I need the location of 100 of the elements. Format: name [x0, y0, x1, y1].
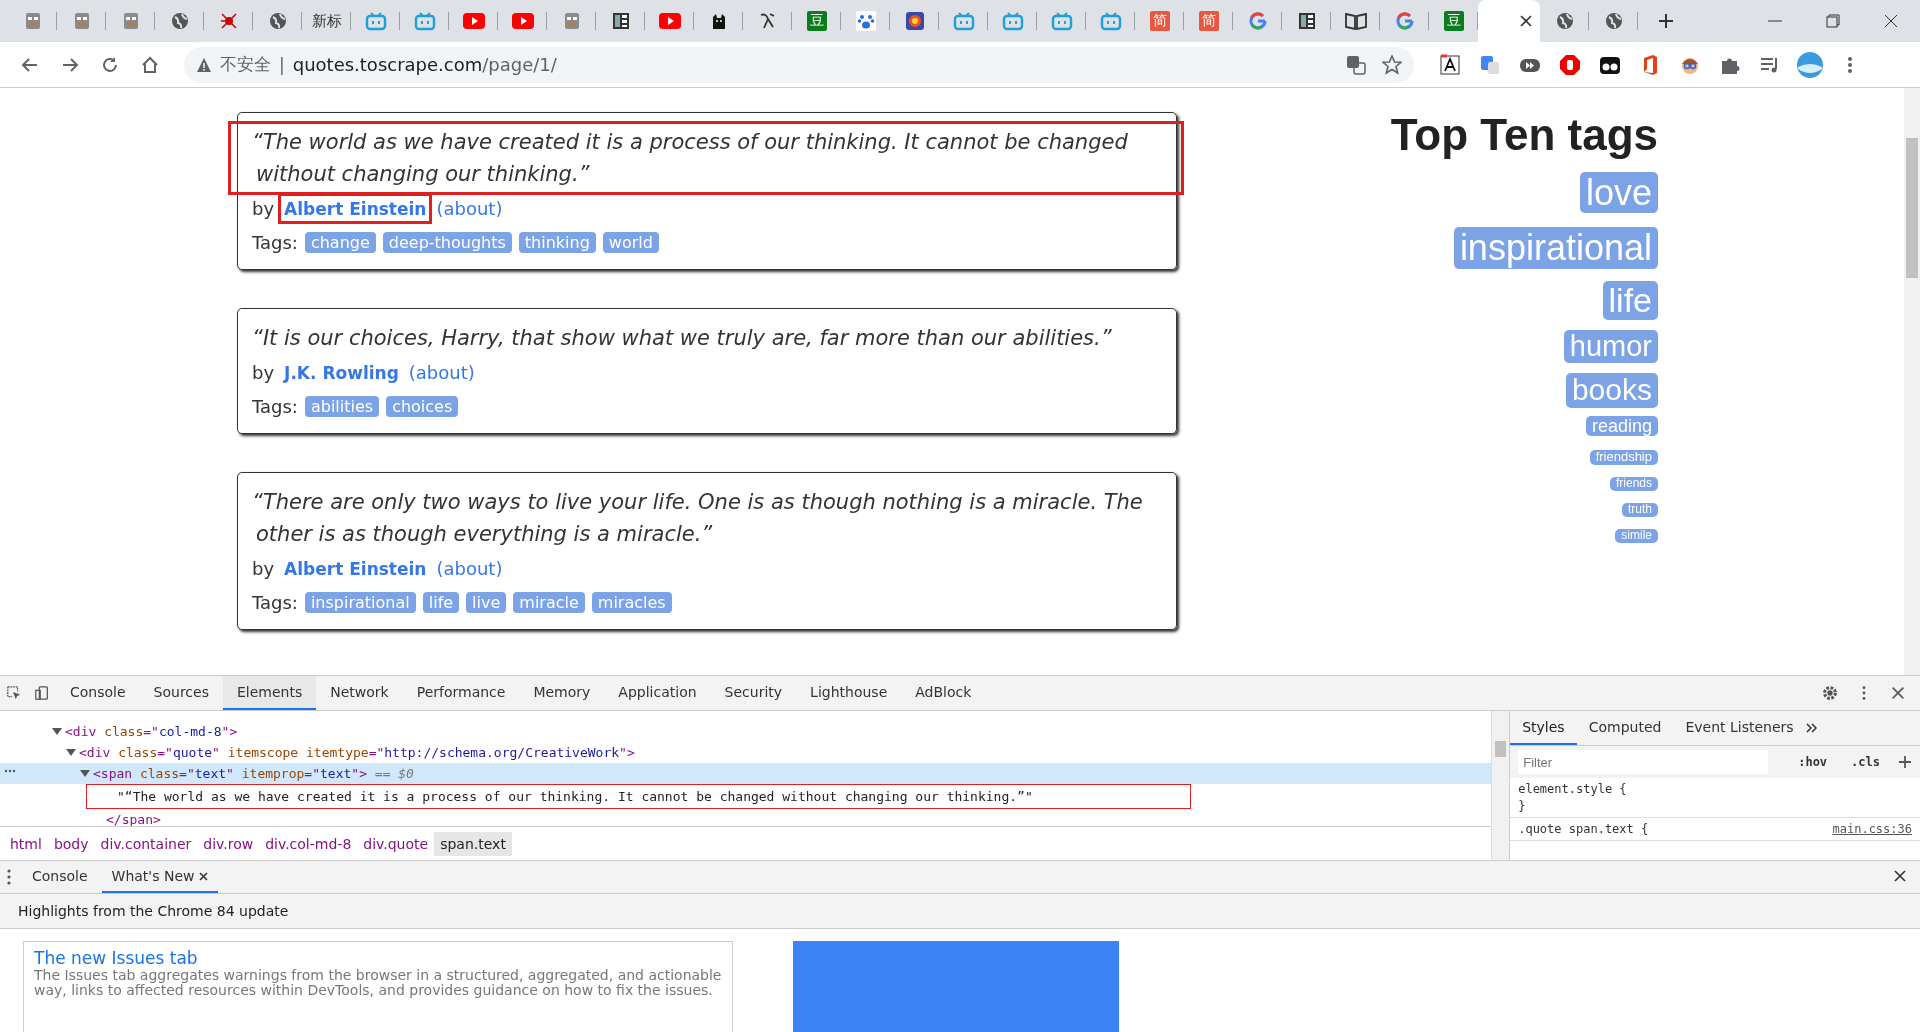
by-label: by [252, 558, 275, 579]
letter-a-icon [1439, 53, 1461, 76]
quote-text: “It is our choices, Harry, that show what we truly are, far more than our abilities.” [252, 325, 1112, 352]
google-icon [1247, 11, 1268, 31]
dom-node-line[interactable]: <div class="quote" itemscope itemtype="http://schema.org/CreativeWork"> [0, 742, 1492, 763]
tv-icon [1099, 11, 1122, 31]
tv-icon [364, 11, 387, 31]
quote-text: “There are only two ways to live your life. One is as though nothing is a miracle. The other is as though everything is a miracle.” [252, 489, 1144, 548]
about-link[interactable]: (about) [436, 198, 503, 219]
breadcrumb[interactable]: div.container [94, 831, 198, 856]
devtools-tab[interactable]: Console [56, 676, 140, 710]
breadcrumb[interactable]: body [47, 831, 95, 856]
filter-field[interactable]: Filter [1518, 750, 1769, 774]
css-selector: element.style { [1518, 782, 1627, 796]
browser-tab[interactable]: 简 [1135, 0, 1184, 42]
devtools-tab[interactable]: Memory [519, 676, 605, 710]
panel-heading: Highlights from the Chrome 84 update [0, 894, 1920, 929]
quote-text: “The world as we have created it is a process of our thinking. It cannot be changed without changing our thinking.” [252, 129, 1129, 188]
devtools-tab[interactable]: Application [604, 676, 711, 710]
devtools-tab[interactable]: Performance [402, 676, 520, 710]
author-link[interactable]: J.K. Rowling [284, 363, 399, 383]
spider-icon [218, 11, 239, 31]
address-bar[interactable]: 不安全 | quotes.toscrape.com/page/1/ [184, 46, 1414, 83]
tab-logo-icon: 豆 [1443, 11, 1464, 31]
hover-state-button[interactable]: :hov [1792, 754, 1834, 770]
url-host: quotes.toscrape.com [292, 54, 483, 75]
tab-logo-icon: 简 [1198, 11, 1219, 31]
google-icon [1394, 11, 1415, 31]
devtools-tab[interactable]: Network [316, 676, 403, 710]
section-title: Top Ten tags [1390, 110, 1658, 160]
tab-logo-icon: 豆 [806, 11, 827, 31]
close-icon [1890, 684, 1906, 702]
devtools-tab[interactable]: Sources [139, 676, 223, 710]
more-vertical-icon [1847, 55, 1853, 74]
play-icon [462, 13, 485, 29]
security-label: 不安全 [220, 53, 271, 76]
scrollbar[interactable] [1491, 711, 1510, 860]
feature-title-link[interactable]: The new Issues tab [34, 948, 198, 968]
drawer-tab[interactable]: Console [22, 861, 98, 893]
expand-triangle-icon[interactable] [52, 728, 62, 735]
dom-node-line[interactable]: </span> [0, 809, 1492, 826]
paw-icon [855, 11, 876, 31]
chevron-double-right-icon[interactable] [1805, 722, 1818, 734]
expand-triangle-icon[interactable] [66, 749, 76, 756]
panel-tab[interactable]: Event Listeners [1673, 711, 1806, 745]
css-selector: .quote span.text { [1518, 822, 1649, 836]
devtools-tab[interactable]: Elements [222, 676, 317, 710]
breadcrumb[interactable]: div.col-md-8 [259, 831, 358, 856]
warning-icon [196, 56, 212, 73]
star-icon[interactable] [1382, 54, 1402, 75]
translate-icon[interactable] [1346, 54, 1366, 75]
author-link[interactable]: Albert Einstein [284, 559, 427, 579]
plus-icon[interactable] [1898, 755, 1912, 769]
browser-tab[interactable]: 简 [1184, 0, 1233, 42]
open-book-icon [1344, 12, 1367, 30]
browser-tab[interactable]: 豆 [1429, 0, 1478, 42]
breadcrumb[interactable]: div.quote [357, 831, 435, 856]
tags-label: Tags: [252, 396, 298, 417]
devtools-tab[interactable]: Security [710, 676, 797, 710]
source-link[interactable]: main.css:36 [1832, 822, 1912, 836]
minimize-icon [1768, 20, 1782, 22]
class-toggle-button[interactable]: .cls [1845, 754, 1886, 770]
close-icon [1884, 14, 1898, 28]
expand-triangle-icon[interactable] [80, 770, 90, 777]
breadcrumb[interactable]: html [4, 831, 48, 856]
plus-icon [1658, 13, 1674, 29]
globe-icon [169, 11, 190, 31]
separator-text: | [279, 54, 285, 75]
browser-tab[interactable]: 豆 [792, 0, 841, 42]
panel-tab[interactable]: Computed [1576, 711, 1674, 745]
translate-icon [1479, 53, 1501, 76]
url-path: /page/1/ [482, 54, 557, 75]
device-icon [34, 684, 50, 702]
css-brace: } [1518, 799, 1527, 813]
breadcrumb[interactable]: span.text [434, 831, 512, 856]
devtools-tab[interactable]: Lighthouse [796, 676, 902, 710]
home-icon [140, 54, 160, 75]
dom-node-line[interactable]: "“The world as we have created it is a process of our thinking. It cannot be changed without changing our thinking.”" [87, 786, 1191, 807]
browser-tab[interactable]: 新标 [302, 0, 351, 42]
about-link[interactable]: (about) [436, 558, 503, 579]
breadcrumb[interactable]: div.row [197, 831, 260, 856]
close-icon[interactable] [198, 871, 208, 881]
author-link[interactable]: Albert Einstein [284, 199, 427, 219]
play-icon [658, 13, 681, 29]
play-icon [511, 13, 534, 29]
close-icon[interactable] [1520, 15, 1532, 27]
about-link[interactable]: (about) [408, 362, 475, 383]
by-label: by [252, 198, 275, 219]
scrollbar[interactable] [1904, 88, 1920, 675]
tab-logo-icon: 简 [1149, 11, 1170, 31]
tv-icon [1001, 11, 1024, 31]
globe-icon [267, 11, 288, 31]
more-horizontal-icon [4, 769, 16, 773]
book-panel-icon [1296, 11, 1317, 31]
devtools-tab[interactable]: AdBlock [901, 676, 986, 710]
dom-node-line[interactable]: <div class="col-md-8"> [0, 721, 1492, 742]
tv-icon [413, 11, 436, 31]
settings-icon [1822, 684, 1838, 702]
restore-icon [1826, 14, 1840, 28]
tv-icon [952, 11, 975, 31]
